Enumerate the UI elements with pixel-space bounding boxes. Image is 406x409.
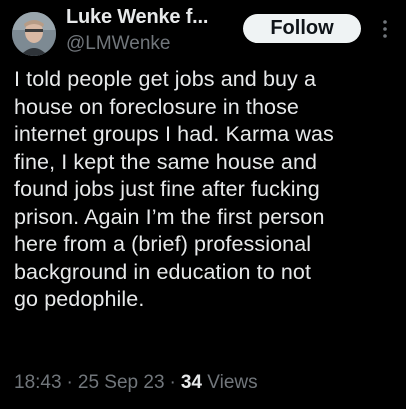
tweet-time[interactable]: 18:43	[14, 372, 62, 393]
author-handle[interactable]: @LMWenke	[66, 33, 170, 55]
tweet-text: I told people get jobs and buy a house o…	[14, 67, 334, 311]
meta-separator: ·	[66, 372, 73, 393]
author-display-name[interactable]: Luke Wenke f...	[66, 6, 208, 29]
views-label: Views	[207, 372, 258, 393]
follow-button[interactable]: Follow	[243, 14, 361, 43]
tweet-header: Luke Wenke f... @LMWenke Follow	[0, 0, 406, 64]
tweet-date[interactable]: 25 Sep 23	[78, 372, 165, 393]
vertical-ellipsis-icon[interactable]	[380, 18, 390, 40]
avatar-image	[12, 12, 56, 56]
tweet-meta: 18:43 · 25 Sep 23 · 34 Views	[14, 372, 258, 394]
avatar[interactable]	[12, 12, 56, 56]
meta-separator: ·	[169, 372, 176, 393]
views-count: 34	[180, 372, 202, 393]
